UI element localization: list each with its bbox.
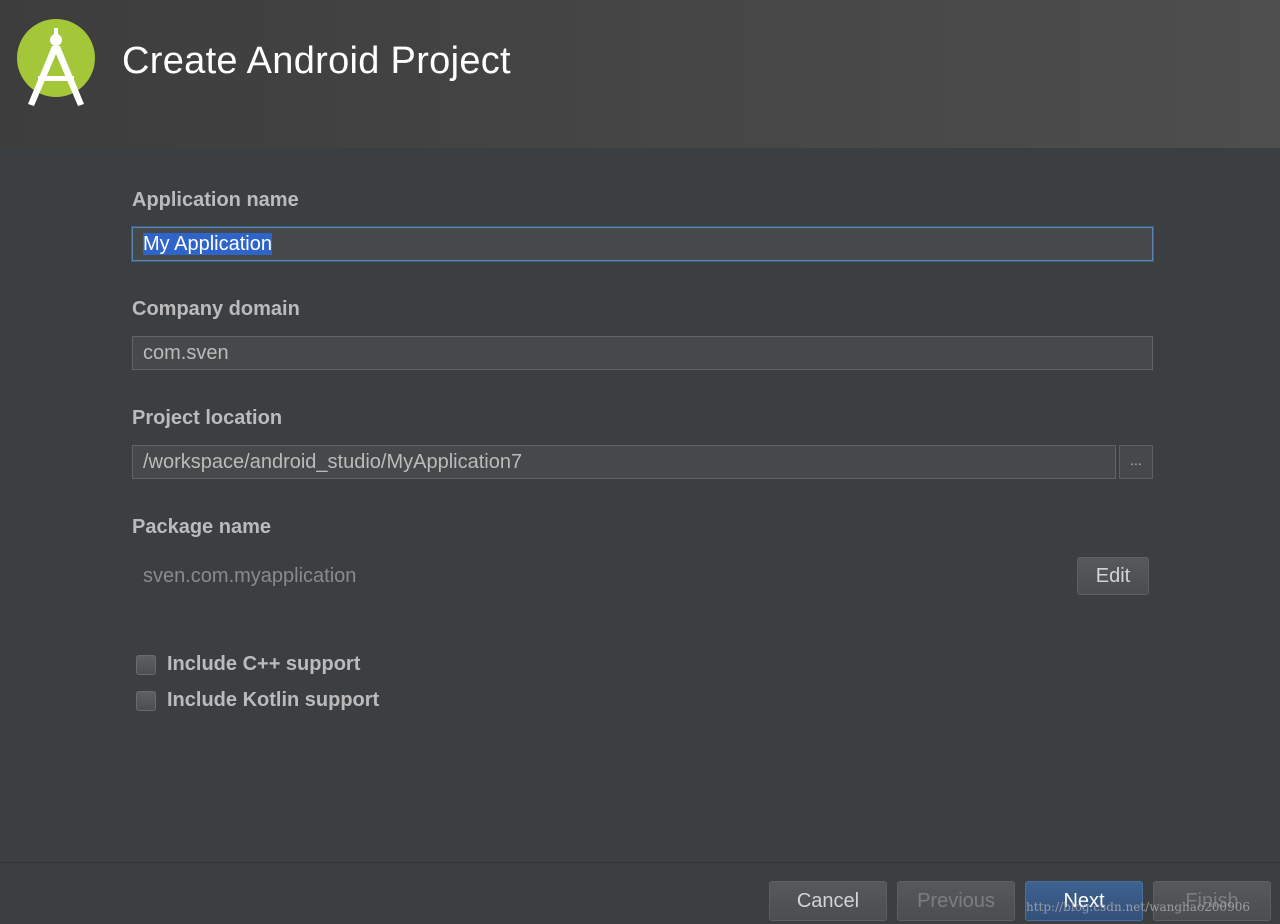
project-location-input[interactable]: /workspace/android_studio/MyApplication7 (132, 445, 1116, 479)
cancel-button[interactable]: Cancel (769, 881, 887, 921)
include-cpp-label[interactable]: Include C++ support (167, 653, 360, 676)
package-name-label: Package name (132, 516, 271, 539)
application-name-value: My Application (143, 233, 272, 255)
project-location-label: Project location (132, 407, 282, 430)
company-domain-label: Company domain (132, 298, 300, 321)
dialog-header: Create Android Project (0, 0, 1280, 148)
watermark-text: http://blog.csdn.net/wanghao200906 (1026, 900, 1250, 914)
browse-button[interactable]: ... (1119, 445, 1153, 479)
company-domain-input[interactable]: com.sven (132, 336, 1153, 370)
include-kotlin-label[interactable]: Include Kotlin support (167, 689, 379, 712)
application-name-input[interactable]: My Application (132, 227, 1153, 261)
dialog-title: Create Android Project (122, 40, 511, 83)
include-cpp-checkbox[interactable] (136, 655, 156, 675)
include-kotlin-checkbox[interactable] (136, 691, 156, 711)
edit-package-button[interactable]: Edit (1077, 557, 1149, 595)
android-studio-logo-icon (14, 18, 98, 110)
footer-divider (0, 862, 1280, 863)
application-name-label: Application name (132, 189, 299, 212)
package-name-value: sven.com.myapplication (143, 565, 356, 588)
previous-button[interactable]: Previous (897, 881, 1015, 921)
